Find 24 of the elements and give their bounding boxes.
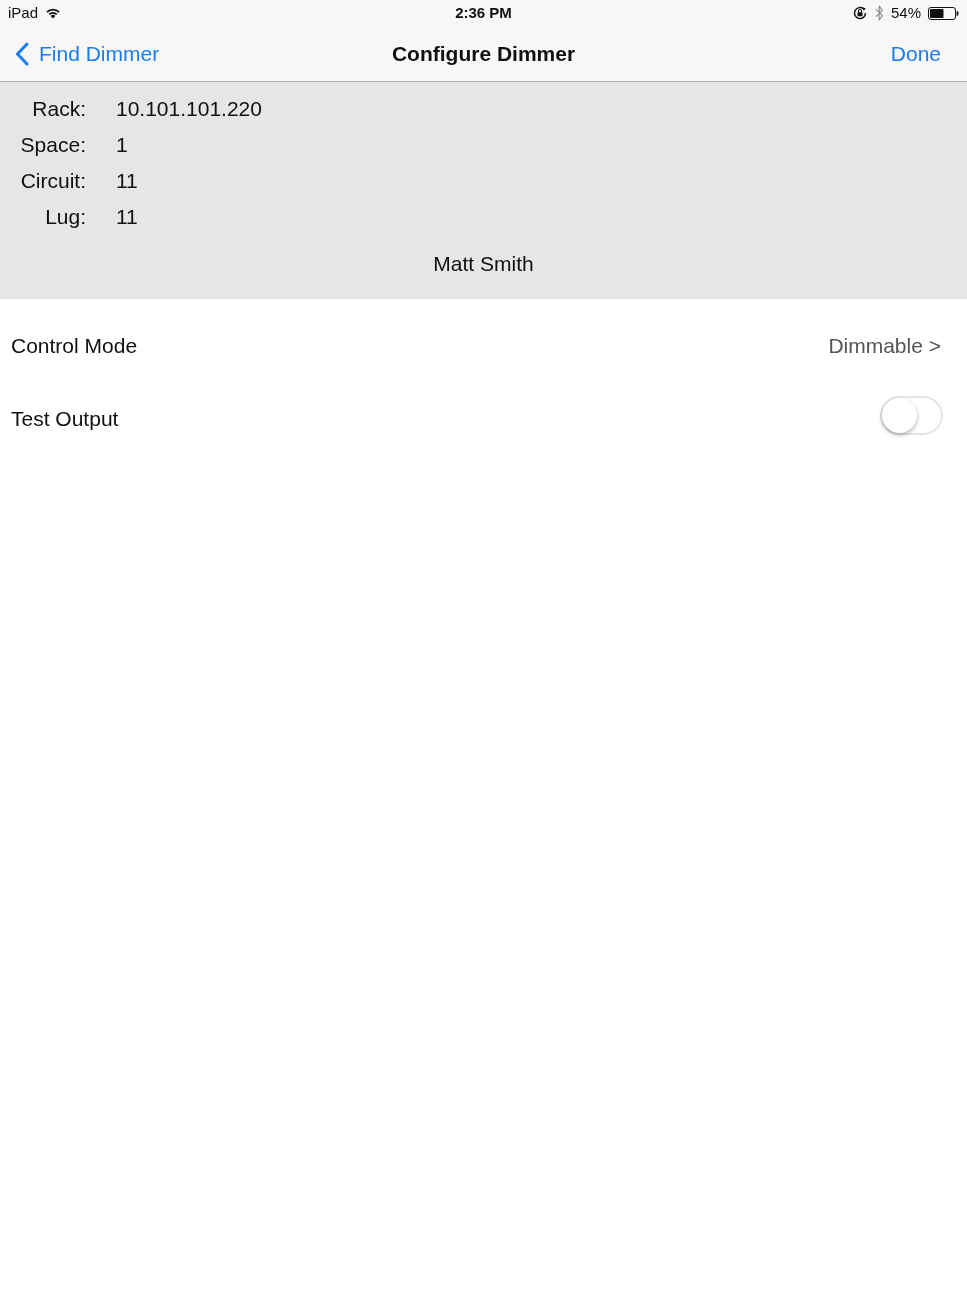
done-button[interactable]: Done	[890, 37, 941, 70]
bluetooth-icon	[874, 5, 884, 21]
field-value: 10.101.101.220	[116, 96, 262, 123]
field-value: 1	[116, 132, 128, 159]
setting-label: Control Mode	[11, 332, 138, 359]
battery-percent: 54%	[890, 2, 921, 23]
owner-name: Matt Smith	[433, 251, 534, 278]
field-label: Space:	[19, 132, 86, 159]
back-chevron-icon	[15, 41, 29, 66]
field-value: 11	[116, 204, 138, 231]
screen-title: Configure Dimmer	[391, 40, 576, 67]
field-label: Lug:	[44, 204, 86, 231]
control-mode-value[interactable]: Dimmable >	[828, 329, 941, 362]
device-name: iPad	[8, 2, 39, 23]
wifi-icon	[45, 7, 62, 19]
field-value: 11	[116, 168, 138, 195]
setting-label: Test Output	[11, 405, 119, 432]
rotation-lock-icon	[852, 6, 868, 20]
field-label: Circuit:	[19, 168, 86, 195]
battery-icon	[928, 6, 959, 20]
back-button[interactable]: Find Dimmer	[15, 37, 160, 70]
status-time: 2:36 PM	[455, 2, 512, 23]
toggle-switch[interactable]	[880, 395, 943, 435]
field-label: Rack:	[31, 96, 86, 123]
